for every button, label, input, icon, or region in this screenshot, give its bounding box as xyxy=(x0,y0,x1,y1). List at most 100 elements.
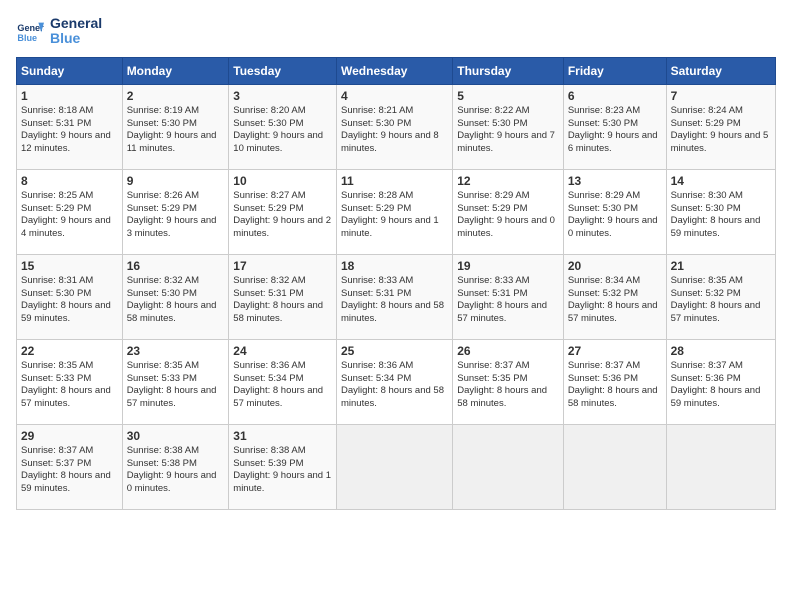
calendar-cell: 31Sunrise: 8:38 AMSunset: 5:39 PMDayligh… xyxy=(229,424,337,509)
day-number: 23 xyxy=(127,344,225,358)
header-day-tuesday: Tuesday xyxy=(229,57,337,84)
logo-general: General xyxy=(50,16,102,31)
calendar-cell: 13 Sunrise: 8:29 AMSunset: 5:30 PMDayligh… xyxy=(563,169,666,254)
calendar-cell: 10Sunrise: 8:27 AMSunset: 5:29 PMDayligh… xyxy=(229,169,337,254)
day-info: Sunrise: 8:18 AMSunset: 5:31 PMDaylight:… xyxy=(21,105,118,156)
day-number: 2 xyxy=(127,89,225,103)
calendar-cell: 5 Sunrise: 8:22 AMSunset: 5:30 PMDaylight… xyxy=(453,84,564,169)
calendar-cell: 3 Sunrise: 8:20 AMSunset: 5:30 PMDaylight… xyxy=(229,84,337,169)
calendar-cell: 15 Sunrise: 8:31 AMSunset: 5:30 PMDayligh… xyxy=(17,254,123,339)
day-number: 9 xyxy=(127,174,225,188)
day-number: 16 xyxy=(127,259,225,273)
day-info: Sunrise: 8:38 AMSunset: 5:39 PMDaylight:… xyxy=(233,445,332,496)
day-info: Sunrise: 8:28 AMSunset: 5:29 PMDaylight:… xyxy=(341,190,448,241)
day-info: Sunrise: 8:24 AMSunset: 5:29 PMDaylight:… xyxy=(671,105,771,156)
header-day-friday: Friday xyxy=(563,57,666,84)
day-number: 22 xyxy=(21,344,118,358)
day-number: 10 xyxy=(233,174,332,188)
calendar-table: SundayMondayTuesdayWednesdayThursdayFrid… xyxy=(16,57,776,510)
day-info: Sunrise: 8:38 AMSunset: 5:38 PMDaylight:… xyxy=(127,445,225,496)
calendar-week-row: 1Sunrise: 8:18 AMSunset: 5:31 PMDaylight… xyxy=(17,84,776,169)
header-day-sunday: Sunday xyxy=(17,57,123,84)
calendar-cell: 22 Sunrise: 8:35 AMSunset: 5:33 PMDayligh… xyxy=(17,339,123,424)
day-info: Sunrise: 8:37 AMSunset: 5:36 PMDaylight:… xyxy=(568,360,662,411)
calendar-cell: 18 Sunrise: 8:33 AMSunset: 5:31 PMDayligh… xyxy=(337,254,453,339)
day-info: Sunrise: 8:37 AMSunset: 5:36 PMDaylight:… xyxy=(671,360,771,411)
calendar-body: 1Sunrise: 8:18 AMSunset: 5:31 PMDaylight… xyxy=(17,84,776,509)
calendar-cell: 14Sunrise: 8:30 AMSunset: 5:30 PMDayligh… xyxy=(666,169,775,254)
calendar-cell: 1Sunrise: 8:18 AMSunset: 5:31 PMDaylight… xyxy=(17,84,123,169)
calendar-week-row: 22 Sunrise: 8:35 AMSunset: 5:33 PMDayligh… xyxy=(17,339,776,424)
logo-icon: General Blue xyxy=(16,17,44,45)
calendar-cell: 26 Sunrise: 8:37 AMSunset: 5:35 PMDayligh… xyxy=(453,339,564,424)
svg-text:Blue: Blue xyxy=(17,33,37,43)
day-info: Sunrise: 8:29 AMSunset: 5:30 PMDaylight:… xyxy=(568,190,662,241)
day-number: 29 xyxy=(21,429,118,443)
calendar-cell: 30Sunrise: 8:38 AMSunset: 5:38 PMDayligh… xyxy=(122,424,229,509)
day-number: 4 xyxy=(341,89,448,103)
calendar-cell: 23 Sunrise: 8:35 AMSunset: 5:33 PMDayligh… xyxy=(122,339,229,424)
day-info: Sunrise: 8:25 AMSunset: 5:29 PMDaylight:… xyxy=(21,190,118,241)
day-number: 26 xyxy=(457,344,559,358)
day-number: 20 xyxy=(568,259,662,273)
calendar-cell: 12 Sunrise: 8:29 AMSunset: 5:29 PMDayligh… xyxy=(453,169,564,254)
day-info: Sunrise: 8:32 AMSunset: 5:31 PMDaylight:… xyxy=(233,275,332,326)
day-info: Sunrise: 8:37 AMSunset: 5:35 PMDaylight:… xyxy=(457,360,559,411)
header-day-thursday: Thursday xyxy=(453,57,564,84)
day-number: 7 xyxy=(671,89,771,103)
day-number: 12 xyxy=(457,174,559,188)
calendar-cell: 19Sunrise: 8:33 AMSunset: 5:31 PMDayligh… xyxy=(453,254,564,339)
calendar-week-row: 15 Sunrise: 8:31 AMSunset: 5:30 PMDayligh… xyxy=(17,254,776,339)
calendar-cell: 25 Sunrise: 8:36 AMSunset: 5:34 PMDayligh… xyxy=(337,339,453,424)
header-day-monday: Monday xyxy=(122,57,229,84)
calendar-cell: 7 Sunrise: 8:24 AMSunset: 5:29 PMDaylight… xyxy=(666,84,775,169)
day-info: Sunrise: 8:19 AMSunset: 5:30 PMDaylight:… xyxy=(127,105,225,156)
calendar-cell xyxy=(337,424,453,509)
calendar-cell: 29Sunrise: 8:37 AMSunset: 5:37 PMDayligh… xyxy=(17,424,123,509)
day-info: Sunrise: 8:34 AMSunset: 5:32 PMDaylight:… xyxy=(568,275,662,326)
day-number: 15 xyxy=(21,259,118,273)
logo: General Blue General Blue xyxy=(16,16,102,47)
day-info: Sunrise: 8:35 AMSunset: 5:33 PMDaylight:… xyxy=(127,360,225,411)
day-number: 6 xyxy=(568,89,662,103)
calendar-cell: 4 Sunrise: 8:21 AMSunset: 5:30 PMDaylight… xyxy=(337,84,453,169)
day-info: Sunrise: 8:29 AMSunset: 5:29 PMDaylight:… xyxy=(457,190,559,241)
day-number: 13 xyxy=(568,174,662,188)
day-number: 3 xyxy=(233,89,332,103)
day-info: Sunrise: 8:20 AMSunset: 5:30 PMDaylight:… xyxy=(233,105,332,156)
calendar-cell: 9 Sunrise: 8:26 AMSunset: 5:29 PMDaylight… xyxy=(122,169,229,254)
calendar-cell: 28Sunrise: 8:37 AMSunset: 5:36 PMDayligh… xyxy=(666,339,775,424)
day-number: 19 xyxy=(457,259,559,273)
day-info: Sunrise: 8:35 AMSunset: 5:32 PMDaylight:… xyxy=(671,275,771,326)
day-number: 25 xyxy=(341,344,448,358)
calendar-cell xyxy=(563,424,666,509)
calendar-cell xyxy=(666,424,775,509)
day-number: 18 xyxy=(341,259,448,273)
calendar-cell: 24Sunrise: 8:36 AMSunset: 5:34 PMDayligh… xyxy=(229,339,337,424)
day-info: Sunrise: 8:26 AMSunset: 5:29 PMDaylight:… xyxy=(127,190,225,241)
day-info: Sunrise: 8:31 AMSunset: 5:30 PMDaylight:… xyxy=(21,275,118,326)
day-number: 8 xyxy=(21,174,118,188)
day-number: 24 xyxy=(233,344,332,358)
calendar-cell xyxy=(453,424,564,509)
day-info: Sunrise: 8:36 AMSunset: 5:34 PMDaylight:… xyxy=(341,360,448,411)
day-info: Sunrise: 8:23 AMSunset: 5:30 PMDaylight:… xyxy=(568,105,662,156)
calendar-cell: 6 Sunrise: 8:23 AMSunset: 5:30 PMDaylight… xyxy=(563,84,666,169)
day-info: Sunrise: 8:21 AMSunset: 5:30 PMDaylight:… xyxy=(341,105,448,156)
day-number: 27 xyxy=(568,344,662,358)
logo-blue: Blue xyxy=(50,31,102,46)
header-day-wednesday: Wednesday xyxy=(337,57,453,84)
day-number: 21 xyxy=(671,259,771,273)
day-number: 5 xyxy=(457,89,559,103)
day-number: 17 xyxy=(233,259,332,273)
calendar-cell: 16Sunrise: 8:32 AMSunset: 5:30 PMDayligh… xyxy=(122,254,229,339)
calendar-cell: 27 Sunrise: 8:37 AMSunset: 5:36 PMDayligh… xyxy=(563,339,666,424)
header-day-saturday: Saturday xyxy=(666,57,775,84)
day-info: Sunrise: 8:22 AMSunset: 5:30 PMDaylight:… xyxy=(457,105,559,156)
day-info: Sunrise: 8:30 AMSunset: 5:30 PMDaylight:… xyxy=(671,190,771,241)
day-info: Sunrise: 8:33 AMSunset: 5:31 PMDaylight:… xyxy=(341,275,448,326)
day-number: 11 xyxy=(341,174,448,188)
day-info: Sunrise: 8:35 AMSunset: 5:33 PMDaylight:… xyxy=(21,360,118,411)
header-row: SundayMondayTuesdayWednesdayThursdayFrid… xyxy=(17,57,776,84)
calendar-cell: 20 Sunrise: 8:34 AMSunset: 5:32 PMDayligh… xyxy=(563,254,666,339)
